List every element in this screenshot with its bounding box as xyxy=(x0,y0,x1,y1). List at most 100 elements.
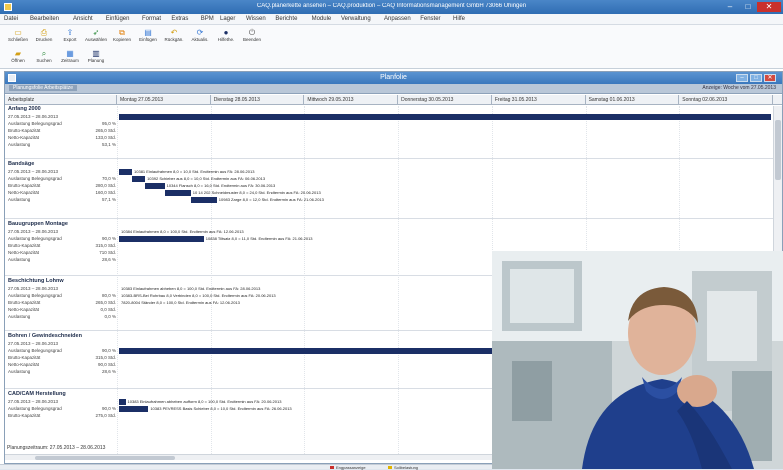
application-window: CAQ.planerkette ansehen – CAQ.produktion… xyxy=(0,0,783,470)
gantt-bar[interactable] xyxy=(145,183,165,189)
menu-item-format[interactable]: Format xyxy=(142,16,161,22)
plan-maximize-button[interactable]: □ xyxy=(750,74,762,82)
stat-label: Netto-Kapazität xyxy=(8,307,40,312)
stat-label: Brutto-Kapazität xyxy=(8,300,41,305)
workplace-stat: Auslastung Belegungsgrad 90,0 % xyxy=(8,348,116,354)
printer-icon: ⎙ xyxy=(40,28,48,37)
plan-close-button[interactable]: ✕ xyxy=(764,74,776,82)
workplace-stat: Brutto-Kapazität 315,0 Std. xyxy=(8,243,116,249)
stat-label: 27.05.2013 – 28.06.2013 xyxy=(8,399,59,404)
calendar-icon: ▦ xyxy=(66,49,74,58)
menu-item-bpm[interactable]: BPM xyxy=(201,16,214,22)
workplace-name[interactable]: Bandsäge xyxy=(8,161,34,167)
menu-item-berichte[interactable]: Berichte xyxy=(275,16,297,22)
plan-minimize-button[interactable]: – xyxy=(736,74,748,82)
workplace-stat: 27.05.2013 – 28.06.2013 xyxy=(8,169,116,175)
stat-value: 0,0 Std. xyxy=(100,307,116,312)
menu-item-verwaltung[interactable]: Verwaltung xyxy=(341,16,371,22)
workplace-group: Anfang 2000 27.05.2013 – 28.06.2013 Auslas… xyxy=(5,106,773,158)
exit-icon: ⏻ xyxy=(248,28,256,37)
gantt-bar[interactable] xyxy=(190,197,217,203)
gantt-bar[interactable] xyxy=(119,399,126,405)
menu-item-einf-gen[interactable]: Einfügen xyxy=(106,16,130,22)
gantt-bar-label: 10 14 202 Schneidmuster 8,0 = 24,0 Std. … xyxy=(192,190,321,195)
workplace-stat: Auslastung Belegungsgrad 95,0 % xyxy=(8,121,116,127)
stat-label: Brutto-Kapazität xyxy=(8,128,41,133)
menu-item-module[interactable]: Module xyxy=(312,16,332,22)
menu-item-wissen[interactable]: Wissen xyxy=(246,16,266,22)
gantt-bar-label: 10392 Schieber aus 8,0 = 10,0 Std. Endte… xyxy=(147,176,266,181)
stat-label: Auslastung Belegungsgrad xyxy=(8,121,62,126)
header-day: Donnerstag 30.05.2013 xyxy=(398,95,492,105)
gantt-bar-label: 10983 Zarge 8,0 = 12,0 Std. Endtermin au… xyxy=(218,197,324,202)
beenden-button[interactable]: ⏻ Beenden xyxy=(236,27,268,47)
search-icon: ⌕ xyxy=(41,49,47,58)
gantt-bar[interactable] xyxy=(119,114,771,120)
open-folder-icon: ▰ xyxy=(14,49,22,58)
workplace-name[interactable]: Beschichtung Lohnw xyxy=(8,278,64,284)
gantt-bar[interactable] xyxy=(164,190,191,196)
vertical-scroll-thumb[interactable] xyxy=(775,120,781,180)
stat-value: 0,0 % xyxy=(104,314,116,319)
workplace-stat: 27.05.2013 – 28.06.2013 xyxy=(8,114,116,120)
strip-left-label: Planungsfolie Arbeitsplätze xyxy=(9,85,78,91)
stat-label: Auslastung Belegungsgrad xyxy=(8,348,62,353)
workplace-name[interactable]: CAD/CAM Herstellung xyxy=(8,391,66,397)
stat-label: Netto-Kapazität xyxy=(8,250,40,255)
menu-item-datei[interactable]: Datei xyxy=(4,16,18,22)
workplace-name[interactable]: Bohren / Gewindeschneiden xyxy=(8,333,82,339)
paste-icon: ▤ xyxy=(144,28,152,37)
menu-item-extras[interactable]: Extras xyxy=(171,16,188,22)
undo-icon: ↶ xyxy=(170,28,178,37)
menu-item-lager[interactable]: Lager xyxy=(220,16,235,22)
info-strip: Planungsfolie Arbeitsplätze Anzeige: Woc… xyxy=(5,84,782,94)
header-day: Freitag 31.05.2013 xyxy=(492,95,586,105)
stat-label: Netto-Kapazität xyxy=(8,190,40,195)
workplace-stat: Brutto-Kapazität 280,0 Std. xyxy=(8,183,116,189)
stat-value: 90,0 % xyxy=(101,348,116,353)
gantt-bar-label: 10383 PEVRESS Basis Schieber 8,0 = 10,0 … xyxy=(150,406,292,411)
workplace-stat: Auslastung 28,6 % xyxy=(8,257,116,263)
menu-item-bearbeiten[interactable]: Bearbeiten xyxy=(30,16,59,22)
minimize-button[interactable]: – xyxy=(722,2,738,12)
menu-item-hilfe[interactable]: Hilfe xyxy=(453,16,465,22)
stat-value: 70,0 % xyxy=(101,176,116,181)
planung-button[interactable]: ▥ Planung xyxy=(80,48,112,68)
workplace-name[interactable]: Anfang 2000 xyxy=(8,106,41,112)
menu-item-anpassen[interactable]: Anpassen xyxy=(384,16,411,22)
title-bar: CAQ.planerkette ansehen – CAQ.produktion… xyxy=(0,0,783,14)
stat-label: 27.05.2013 – 28.06.2013 xyxy=(8,114,59,119)
group-separator xyxy=(5,218,773,219)
workplace-name[interactable]: Bauugruppen Montage xyxy=(8,221,68,227)
menu-item-fenster[interactable]: Fenster xyxy=(420,16,440,22)
close-button[interactable]: ✕ xyxy=(757,2,781,12)
stat-value: 160,0 Std. xyxy=(95,190,116,195)
gantt-bar[interactable] xyxy=(132,176,146,182)
stat-label: Brutto-Kapazität xyxy=(8,243,41,248)
ribbon-label: Planung xyxy=(87,58,105,63)
stat-value: 90,0 % xyxy=(101,236,116,241)
stat-value: 80,0 % xyxy=(101,293,116,298)
stat-label: Auslastung xyxy=(8,142,31,147)
plan-period-label: Planungszeitraum: 27.05.2013 – 28.06.201… xyxy=(7,445,106,451)
stat-value: 90,0 % xyxy=(101,406,116,411)
gantt-bar-label: 10381 Einlaufrahmen 8,0 = 10,0 Std. Endt… xyxy=(134,169,255,174)
header-day: Mittwoch 29.05.2013 xyxy=(304,95,399,105)
horizontal-scroll-thumb[interactable] xyxy=(35,456,175,460)
workplace-stat: Auslastung Belegungsgrad 90,0 % xyxy=(8,406,116,412)
gantt-bar[interactable] xyxy=(119,406,149,412)
stat-label: Brutto-Kapazität xyxy=(8,355,41,360)
gantt-bar[interactable] xyxy=(119,169,133,175)
stat-label: 27.05.2013 – 28.06.2013 xyxy=(8,229,59,234)
plan-window-title: Planfolie xyxy=(380,74,407,81)
menu-item-ansicht[interactable]: Ansicht xyxy=(73,16,93,22)
workplace-stat: Netto-Kapazität 90,0 Std. xyxy=(8,362,116,368)
maximize-button[interactable]: □ xyxy=(740,2,756,12)
stat-label: Auslastung Belegungsgrad xyxy=(8,293,62,298)
gantt-bar[interactable] xyxy=(119,236,204,242)
stat-label: Auslastung xyxy=(8,257,31,262)
gantt-bar-label: 10384 Einlaufrahmen 8,0 = 100,0 Std. End… xyxy=(121,229,244,234)
workplace-stat: Auslastung 53,1 % xyxy=(8,142,116,148)
menu-bar: Datei Bearbeiten Ansicht Einfügen Format Extr… xyxy=(0,14,783,25)
header-day: Montag 27.05.2013 xyxy=(117,95,211,105)
